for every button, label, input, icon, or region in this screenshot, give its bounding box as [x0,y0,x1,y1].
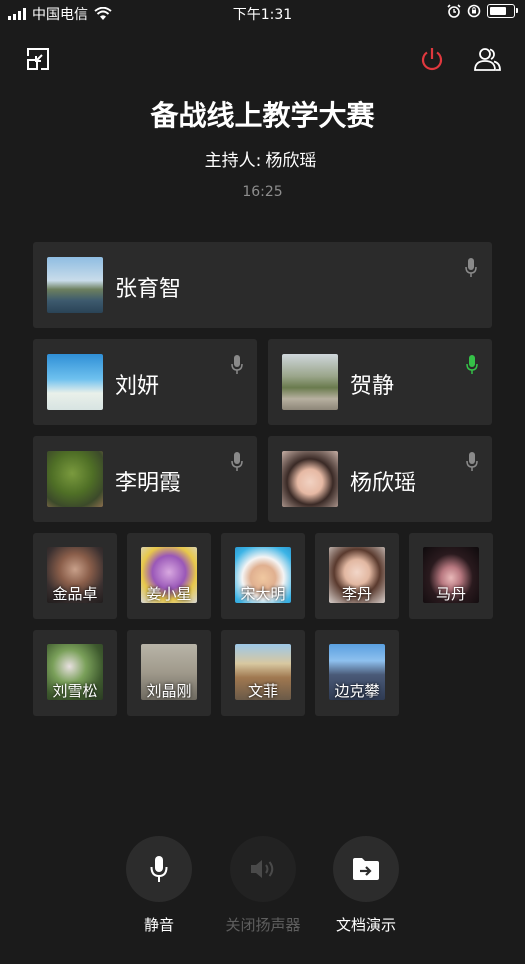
mic-muted-icon [466,452,478,471]
avatar [47,257,103,313]
power-icon [421,48,443,71]
battery-icon [487,4,518,18]
speaker-name: 刘妍 [115,374,160,399]
speaker-card[interactable]: 刘妍 [33,339,257,425]
rotation-lock-icon [467,4,481,18]
speaker-card[interactable]: 张育智 [33,242,492,328]
mic-muted-icon [465,258,477,277]
folder-share-icon [353,858,379,880]
mute-button[interactable]: 静音 [99,836,219,935]
speaker-icon [251,860,274,878]
attendee-tile[interactable]: 边克攀 [315,630,399,716]
host-name: 杨欣瑶 [265,151,317,171]
host-label: 主持人: [204,151,262,171]
participants-button[interactable] [472,44,502,74]
attendee-tile[interactable]: 刘晶刚 [127,630,211,716]
attendee-name: 刘晶刚 [146,682,192,700]
attendee-tile[interactable]: 宋大明 [221,533,305,619]
document-present-button[interactable]: 文档演示 [306,836,426,935]
attendee-name: 姜小星 [146,585,192,603]
document-present-label: 文档演示 [335,916,396,934]
speaker-name: 杨欣瑶 [350,471,417,496]
attendee-tile[interactable]: 刘雪松 [33,630,117,716]
speaker-card[interactable]: 杨欣瑶 [268,436,492,522]
participants-icon [474,48,501,71]
speaker-card[interactable]: 贺静 [268,339,492,425]
speaker-card[interactable]: 李明霞 [33,436,257,522]
attendee-tile[interactable]: 金品卓 [33,533,117,619]
alarm-icon [447,4,461,18]
end-meeting-button[interactable] [417,44,447,74]
mic-muted-icon [231,355,243,374]
speaker-name: 张育智 [115,277,182,302]
avatar [282,354,338,410]
attendee-tile[interactable]: 文菲 [221,630,305,716]
attendee-name: 边克攀 [334,682,380,700]
status-bar: 中国电信 下午1:31 [0,0,525,26]
attendee-tile[interactable]: 姜小星 [127,533,211,619]
mic-speaking-icon [466,355,478,374]
attendee-name: 金品卓 [52,585,98,603]
avatar [47,451,103,507]
microphone-icon [150,856,168,882]
document-present-button-circle[interactable] [333,836,399,902]
attendee-tile[interactable]: 马丹 [409,533,493,619]
attendee-tile[interactable]: 李丹 [315,533,399,619]
meeting-title: 备战线上教学大赛 [150,99,375,132]
attendee-name: 刘雪松 [52,682,98,700]
speaker-off-label: 关闭扬声器 [225,916,301,934]
minimize-window-button[interactable] [23,44,53,74]
attendee-name: 文菲 [247,682,278,700]
mute-button-circle[interactable] [126,836,192,902]
speaker-name: 李明霞 [115,471,182,496]
minimize-window-icon [27,48,49,70]
avatar [47,354,103,410]
speaker-off-button-circle[interactable] [230,836,296,902]
meeting-elapsed-time: 16:25 [242,184,283,200]
attendee-name: 李丹 [341,585,372,603]
mute-label: 静音 [143,916,174,934]
attendee-name: 马丹 [435,585,466,603]
speaker-name: 贺静 [350,374,395,399]
avatar [282,451,338,507]
mic-muted-icon [231,452,243,471]
speaker-off-button[interactable]: 关闭扬声器 [203,836,323,935]
meeting-host: 主持人: 杨欣瑶 [0,146,525,171]
attendee-name: 宋大明 [240,585,286,603]
